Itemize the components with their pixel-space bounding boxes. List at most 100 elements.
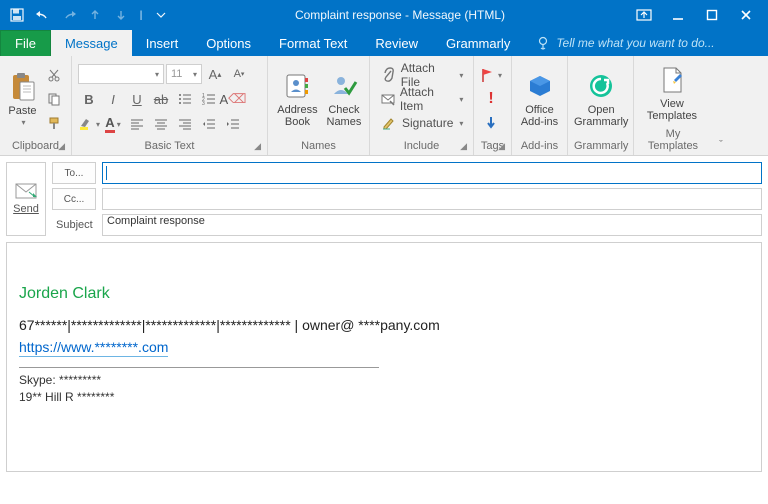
decrease-indent-icon[interactable] [198, 113, 220, 135]
prev-icon[interactable] [84, 4, 106, 26]
align-right-icon[interactable] [174, 113, 196, 135]
attach-item-button[interactable]: Attach Item▾ [376, 87, 467, 111]
tab-file[interactable]: File [0, 30, 51, 56]
cut-icon[interactable] [43, 64, 65, 86]
copy-icon[interactable] [43, 88, 65, 110]
dialog-launcher-icon[interactable]: ◢ [58, 141, 65, 152]
strike-icon[interactable]: ab [150, 88, 172, 110]
to-button[interactable]: To... [52, 162, 96, 184]
grammarly-icon [585, 70, 617, 102]
follow-up-flag-icon[interactable]: ▾ [480, 63, 502, 87]
attach-item-icon [380, 92, 396, 106]
tab-message[interactable]: Message [51, 30, 132, 56]
group-grammarly-label: Grammarly [574, 138, 627, 155]
next-icon[interactable] [110, 4, 132, 26]
check-names-icon [328, 70, 360, 102]
ribbon-tabs: File Message Insert Options Format Text … [0, 30, 768, 56]
signature-contact-line: 67******|*************|*************|***… [19, 317, 749, 333]
tab-format-text[interactable]: Format Text [265, 30, 361, 56]
signature-divider [19, 367, 379, 368]
group-basic-text: ▾ 11▾ A▴ A▾ B I U ab 123 A⌫ ▾ A▾ [72, 56, 268, 155]
collapse-ribbon-icon[interactable]: ˇ [719, 139, 723, 151]
dialog-launcher-icon[interactable]: ◢ [460, 141, 467, 152]
office-addins-button[interactable]: Office Add-ins [518, 70, 561, 128]
message-body[interactable]: Jorden Clark 67******|*************|****… [6, 242, 762, 472]
dialog-launcher-icon[interactable]: ◢ [254, 141, 261, 152]
ribbon-display-icon[interactable] [636, 7, 652, 23]
tell-me-search[interactable]: Tell me what you want to do... [524, 30, 768, 56]
svg-text:3: 3 [202, 101, 205, 105]
grow-font-icon[interactable]: A▴ [204, 63, 226, 85]
group-names-label: Names [274, 138, 363, 155]
tell-me-placeholder: Tell me what you want to do... [556, 36, 714, 50]
undo-icon[interactable] [32, 4, 54, 26]
underline-icon[interactable]: U [126, 88, 148, 110]
subject-field[interactable]: Complaint response [102, 214, 762, 236]
close-icon[interactable] [738, 7, 754, 23]
tab-grammarly[interactable]: Grammarly [432, 30, 524, 56]
check-names-label: Check Names [327, 104, 362, 128]
font-size-select[interactable]: 11▾ [166, 64, 202, 84]
compose-header: Send To... Cc... Subject Complaint respo… [0, 156, 768, 236]
tab-review[interactable]: Review [361, 30, 432, 56]
tab-options[interactable]: Options [192, 30, 265, 56]
title-bar: | Complaint response - Message (HTML) [0, 0, 768, 30]
group-clipboard-label: Clipboard [12, 140, 59, 152]
bullets-icon[interactable] [174, 88, 196, 110]
qat-sep: | [136, 10, 146, 21]
italic-icon[interactable]: I [102, 88, 124, 110]
group-mytemplates: View Templates My Templates [634, 56, 712, 155]
qat-customize-icon[interactable] [150, 4, 172, 26]
format-painter-icon[interactable] [43, 112, 65, 134]
window-title: Complaint response - Message (HTML) [178, 8, 622, 22]
window-buttons [622, 7, 768, 23]
shrink-font-icon[interactable]: A▾ [228, 63, 250, 85]
cc-button[interactable]: Cc... [52, 188, 96, 210]
signature-button[interactable]: Signature▾ [376, 111, 467, 135]
clear-format-icon[interactable]: A⌫ [222, 88, 244, 110]
view-templates-button[interactable]: View Templates [640, 64, 704, 122]
group-addins-label: Add-ins [518, 138, 561, 155]
signature-url[interactable]: https://www.********.com [19, 339, 168, 357]
signature-skype: Skype: ********* [19, 372, 749, 389]
save-icon[interactable] [6, 4, 28, 26]
address-book-icon [281, 70, 313, 102]
high-importance-icon[interactable]: ! [480, 87, 502, 111]
templates-icon [656, 64, 688, 96]
font-color-icon[interactable]: A▾ [102, 113, 124, 135]
highlight-icon[interactable]: ▾ [78, 113, 100, 135]
signature-name: Jorden Clark [19, 285, 749, 303]
address-book-button[interactable]: Address Book [274, 70, 321, 128]
subject-label: Subject [52, 219, 96, 231]
dialog-launcher-icon[interactable]: ◢ [498, 141, 505, 152]
align-center-icon[interactable] [150, 113, 172, 135]
paste-button[interactable]: Paste ▾ [6, 71, 39, 128]
group-grammarly: Open Grammarly Grammarly [568, 56, 634, 155]
maximize-icon[interactable] [704, 7, 720, 23]
group-include: Attach File▾ Attach Item▾ Signature▾ Inc… [370, 56, 474, 155]
font-family-select[interactable]: ▾ [78, 64, 164, 84]
open-grammarly-button[interactable]: Open Grammarly [574, 70, 628, 128]
minimize-icon[interactable] [670, 7, 686, 23]
low-importance-icon[interactable] [480, 111, 502, 135]
group-include-label: Include [404, 140, 439, 152]
group-addins: Office Add-ins Add-ins [512, 56, 568, 155]
open-grammarly-label: Open Grammarly [574, 104, 628, 128]
chevron-down-icon: ▾ [19, 119, 25, 128]
check-names-button[interactable]: Check Names [325, 70, 363, 128]
send-button[interactable]: Send [6, 162, 46, 236]
bold-icon[interactable]: B [78, 88, 100, 110]
align-left-icon[interactable] [126, 113, 148, 135]
group-clipboard: Paste ▾ Clipboard◢ [0, 56, 72, 155]
cc-field[interactable] [102, 188, 762, 210]
numbering-icon[interactable]: 123 [198, 88, 220, 110]
increase-indent-icon[interactable] [222, 113, 244, 135]
tab-insert[interactable]: Insert [132, 30, 193, 56]
attach-file-button[interactable]: Attach File▾ [376, 63, 467, 87]
send-icon [15, 183, 37, 199]
redo-icon[interactable] [58, 4, 80, 26]
to-field[interactable] [102, 162, 762, 184]
office-addins-label: Office Add-ins [521, 104, 558, 128]
addins-icon [524, 70, 556, 102]
quick-access-toolbar: | [0, 0, 178, 30]
